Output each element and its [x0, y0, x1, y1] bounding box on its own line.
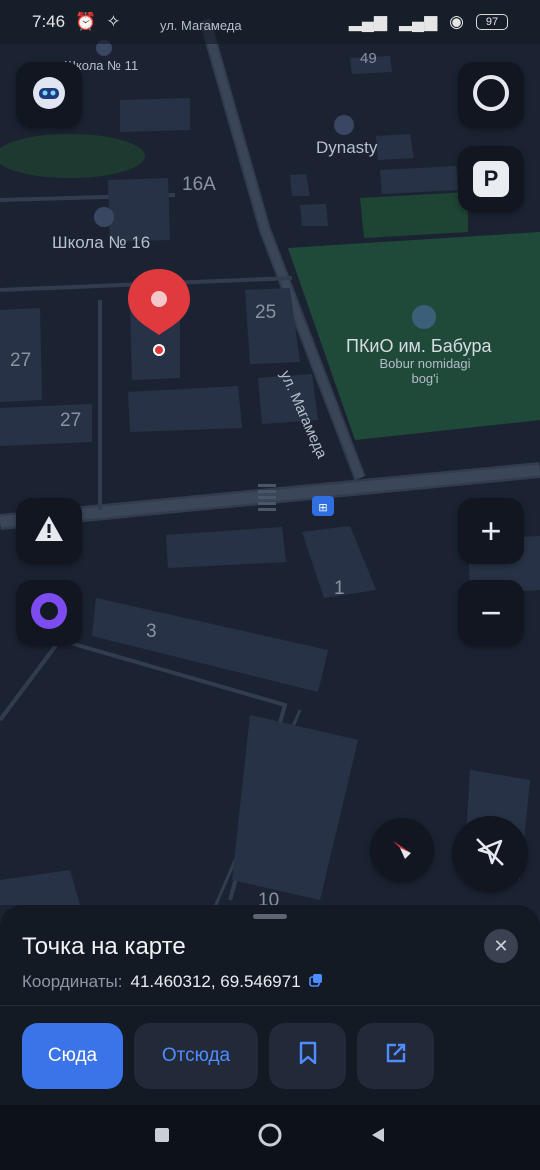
route-from-here-button[interactable]: Отсюда: [134, 1023, 258, 1089]
parking-button[interactable]: P: [458, 146, 524, 212]
layers-button[interactable]: [458, 62, 524, 128]
home-icon[interactable]: [257, 1122, 283, 1153]
house-number: 3: [146, 621, 157, 642]
park-area-2: [360, 192, 468, 238]
my-location-button[interactable]: [452, 816, 528, 892]
coordinates-value[interactable]: 41.460312, 69.546971: [131, 972, 301, 992]
share-icon: [384, 1041, 408, 1071]
clock: 7:46: [32, 12, 66, 31]
park-subtitle: Bobur nomidagi bog'i: [376, 356, 474, 386]
alert-icon: [32, 512, 66, 551]
park-label[interactable]: ПКиО им. Бабура: [346, 336, 491, 357]
compass-icon: [385, 831, 419, 870]
robot-avatar-icon: [30, 74, 68, 117]
park-subtitle-line-2: bog'i: [411, 371, 439, 386]
school-icon: [334, 115, 354, 135]
wifi-icon: ◉: [449, 12, 464, 31]
action-row: Сюда Отсюда: [22, 1023, 434, 1089]
battery-indicator: 97: [476, 14, 508, 30]
house-number: 49: [360, 50, 377, 67]
plus-icon: +: [480, 510, 502, 551]
minus-icon: −: [480, 592, 502, 633]
sheet-grabber[interactable]: [253, 914, 287, 919]
alarm-icon: ⏰: [75, 12, 97, 31]
sparkle-icon: ✧: [106, 12, 121, 31]
coordinates-row: Координаты: 41.460312, 69.546971: [22, 972, 323, 992]
sheet-title: Точка на карте: [22, 933, 186, 960]
place-label-school-16[interactable]: Школа № 16: [52, 233, 150, 253]
divider: [0, 1005, 540, 1006]
bookmark-button[interactable]: [269, 1023, 346, 1089]
alice-button[interactable]: [16, 580, 82, 646]
house-number: 1: [334, 578, 345, 599]
house-number: 25: [255, 302, 277, 323]
close-icon: ✕: [493, 935, 509, 956]
svg-text:⊞: ⊞: [318, 501, 327, 514]
school-icon: [94, 207, 114, 227]
alice-icon: [29, 591, 69, 636]
status-bar: 7:46 ⏰ ✧ ▂▄▆ ▂▄▆ ◉ 97: [0, 0, 540, 44]
bookmark-icon: [297, 1041, 319, 1071]
zoom-in-button[interactable]: +: [458, 498, 524, 564]
coordinates-label: Координаты:: [22, 972, 123, 991]
parking-icon: P: [473, 161, 509, 197]
signal-icon: ▂▄▆: [398, 12, 438, 31]
house-number: 27: [10, 350, 32, 371]
close-button[interactable]: ✕: [484, 929, 518, 963]
layers-icon: [471, 73, 511, 118]
recents-icon[interactable]: [153, 1126, 171, 1149]
street-label: ул. Магамеда: [160, 18, 242, 33]
green-area: [0, 134, 145, 178]
zoom-out-button[interactable]: −: [458, 580, 524, 646]
park-subtitle-line-1: Bobur nomidagi: [379, 356, 471, 371]
copy-icon[interactable]: [308, 972, 323, 992]
route-here-button[interactable]: Сюда: [22, 1023, 123, 1089]
back-icon[interactable]: [369, 1126, 387, 1149]
location-off-icon: [471, 833, 509, 876]
tree-icon: [412, 305, 436, 329]
place-label-dynasty[interactable]: Dynasty: [316, 138, 377, 158]
house-number: 16А: [182, 174, 216, 195]
signal-icon: ▂▄▆: [348, 12, 387, 31]
profile-button[interactable]: [16, 62, 82, 128]
point-info-sheet: Точка на карте ✕ Координаты: 41.460312, …: [0, 905, 540, 1105]
compass-button[interactable]: [370, 818, 434, 882]
house-number: 27: [60, 410, 82, 431]
share-button[interactable]: [357, 1023, 434, 1089]
system-nav-bar: [0, 1105, 540, 1170]
road-alert-button[interactable]: [16, 498, 82, 564]
